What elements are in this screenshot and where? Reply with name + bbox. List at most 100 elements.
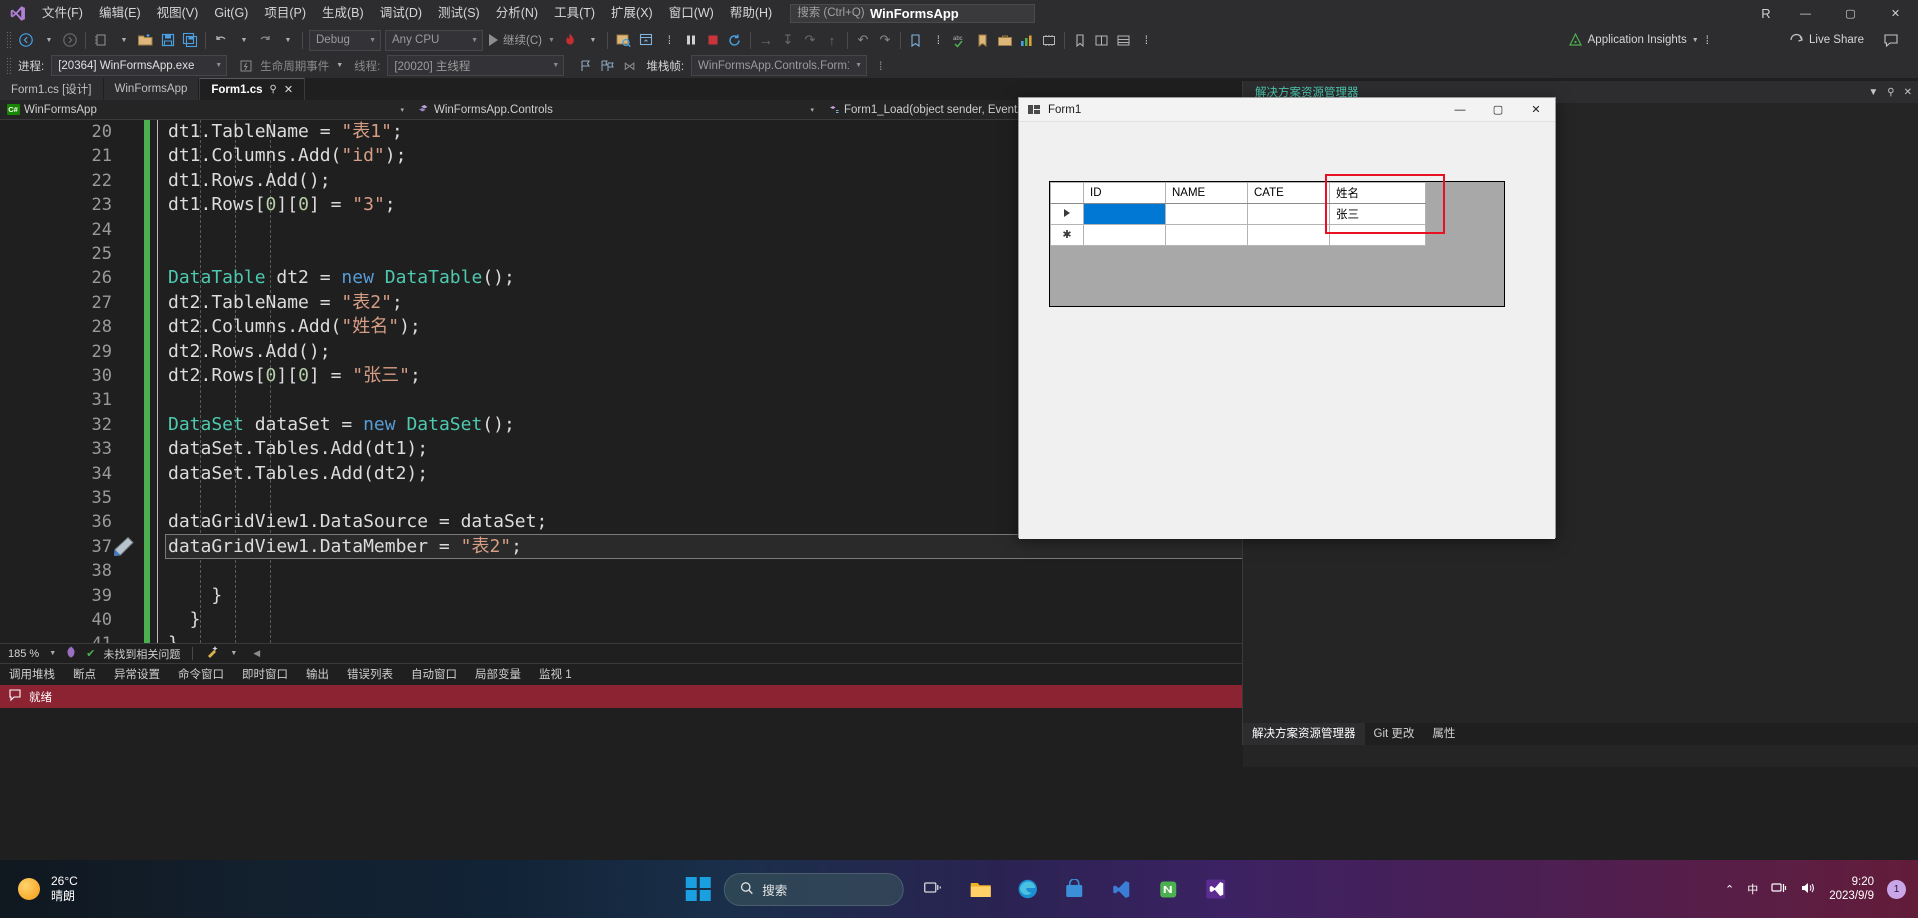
cell-xingming-row2[interactable] xyxy=(1329,224,1426,246)
menu-item-build[interactable]: 生成(B) xyxy=(314,0,372,27)
form1-close-button[interactable]: ✕ xyxy=(1517,98,1555,122)
procbar-grip[interactable] xyxy=(6,56,13,75)
window-minimize-button[interactable]: — xyxy=(1783,0,1828,27)
bottom-tab-output[interactable]: 输出 xyxy=(297,664,338,686)
table-row[interactable]: ✱ xyxy=(1050,224,1426,246)
menu-item-help[interactable]: 帮助(H) xyxy=(722,0,780,27)
flags-icon[interactable] xyxy=(596,55,618,77)
bottom-tab-autos[interactable]: 自动窗口 xyxy=(402,664,466,686)
grid-header-rowselector[interactable] xyxy=(1050,182,1084,204)
redo-nav-icon[interactable]: ↷ xyxy=(874,29,896,51)
thread-select[interactable]: [20020] 主线程 ▼ xyxy=(387,55,565,76)
bookmark-add-icon[interactable] xyxy=(972,29,994,51)
cell-id-row1[interactable] xyxy=(1083,203,1166,225)
tab-git-changes[interactable]: Git 更改 xyxy=(1365,723,1424,745)
open-file-icon[interactable] xyxy=(134,29,157,51)
datagridview1[interactable]: ID NAME CATE 姓名 张三 ✱ xyxy=(1049,181,1505,307)
redo-icon[interactable] xyxy=(254,29,276,51)
spellcheck-icon[interactable]: abc xyxy=(949,29,972,51)
navigate-backward-dropdown-icon[interactable]: ▼ xyxy=(37,29,59,51)
weather-widget[interactable]: 26°C 晴朗 xyxy=(0,874,78,904)
grid-header-cate[interactable]: CATE xyxy=(1247,182,1330,204)
toolbar-overflow2-icon[interactable]: ⁞ xyxy=(927,29,949,51)
menu-item-file[interactable]: 文件(F) xyxy=(34,0,91,27)
taskbar-search-input[interactable]: 搜索 xyxy=(723,872,904,906)
lifecycle-events-icon[interactable] xyxy=(235,55,257,77)
hot-reload-icon[interactable] xyxy=(559,29,581,51)
cell-xingming-row1[interactable]: 张三 xyxy=(1329,203,1426,225)
menu-item-view[interactable]: 视图(V) xyxy=(149,0,207,27)
feedback-icon[interactable] xyxy=(1880,29,1902,51)
tab-form1-cs[interactable]: Form1.cs ⚲ ✕ xyxy=(199,78,306,100)
step-over-icon[interactable]: ↧ xyxy=(777,29,799,51)
menu-item-analyze[interactable]: 分析(N) xyxy=(488,0,546,27)
new-project-icon[interactable] xyxy=(90,29,112,51)
clock[interactable]: 9:20 2023/9/9 xyxy=(1829,875,1874,903)
breadcrumb-project-select[interactable]: C# WinFormsApp ▾ xyxy=(0,100,410,120)
volume-icon[interactable] xyxy=(1800,881,1816,898)
code-cleanup-icon[interactable] xyxy=(205,645,220,662)
tab-properties[interactable]: 属性 xyxy=(1423,723,1464,745)
form1-window[interactable]: Form1 — ▢ ✕ ID NAME CATE 姓名 张三 ✱ xyxy=(1018,97,1556,539)
process-select[interactable]: [20364] WinFormsApp.exe ▼ xyxy=(51,55,228,76)
freeze-icon[interactable]: ⋈ xyxy=(618,55,640,77)
cell-cate-row2[interactable] xyxy=(1247,224,1330,246)
layout-window-icon[interactable] xyxy=(635,29,658,51)
new-project-dropdown-icon[interactable]: ▼ xyxy=(112,29,134,51)
toolbar-overflow-icon[interactable]: ⁞ xyxy=(658,29,680,51)
code-cleanup-dropdown-icon[interactable]: ▼ xyxy=(230,650,237,657)
grid-header-id[interactable]: ID xyxy=(1083,182,1166,204)
flag-icon[interactable] xyxy=(574,55,596,77)
menu-item-edit[interactable]: 编辑(E) xyxy=(91,0,149,27)
navigate-forward-icon[interactable] xyxy=(59,29,81,51)
form1-maximize-button[interactable]: ▢ xyxy=(1479,98,1517,122)
ime-indicator[interactable]: 中 xyxy=(1747,881,1758,897)
menu-item-extensions[interactable]: 扩展(X) xyxy=(603,0,661,27)
row-selector-new[interactable]: ✱ xyxy=(1050,224,1084,246)
table-row[interactable]: 张三 xyxy=(1050,203,1426,225)
undo-icon[interactable] xyxy=(210,29,232,51)
toolbar-overflow3-icon[interactable]: ⁞ xyxy=(1135,29,1157,51)
cell-name-row1[interactable] xyxy=(1165,203,1248,225)
procbar-overflow-icon[interactable]: ⁞ xyxy=(879,59,883,73)
bookmark-nav-icon[interactable] xyxy=(905,29,927,51)
solution-configuration-select[interactable]: Debug ▼ xyxy=(309,29,381,51)
bottom-tab-callstack[interactable]: 调用堆栈 xyxy=(0,664,64,686)
chevron-down-icon-2[interactable]: ▾ xyxy=(802,106,814,114)
menu-item-window[interactable]: 窗口(W) xyxy=(661,0,722,27)
cell-id-row2[interactable] xyxy=(1083,224,1166,246)
live-share-button[interactable]: Live Share xyxy=(1789,33,1864,47)
stack-frame-select[interactable]: WinFormsApp.Controls.Form1_Load▼ xyxy=(691,55,868,76)
zoom-level[interactable]: 185 % xyxy=(8,648,39,660)
breadcrumb-type-select[interactable]: WinFormsApp.Controls ▾ xyxy=(410,100,820,120)
file-explorer-icon[interactable] xyxy=(963,872,997,906)
continue-debug-button[interactable]: 继续(C) ▼ xyxy=(485,29,559,51)
bottom-tab-watch1[interactable]: 监视 1 xyxy=(530,664,581,686)
pin-pane-icon[interactable]: ⚲ xyxy=(1887,87,1894,98)
window-close-button[interactable]: ✕ xyxy=(1873,0,1918,27)
window-maximize-button[interactable]: ▢ xyxy=(1828,0,1873,27)
application-insights-button[interactable]: Application Insights ▼ ⁞ xyxy=(1568,33,1709,47)
nvidia-icon[interactable] xyxy=(1151,872,1185,906)
toolbar-grip[interactable] xyxy=(6,31,13,49)
row-selector-current[interactable] xyxy=(1050,203,1084,225)
save-icon[interactable] xyxy=(157,29,179,51)
undo-nav-icon[interactable]: ↶ xyxy=(852,29,874,51)
intellicode-icon[interactable] xyxy=(64,645,78,662)
tab-form1-designer[interactable]: Form1.cs [设计] xyxy=(0,78,104,100)
save-all-icon[interactable] xyxy=(179,29,201,51)
tab-solution-explorer[interactable]: 解决方案资源管理器 xyxy=(1243,723,1365,745)
vscode-icon[interactable] xyxy=(1104,872,1138,906)
pause-debug-icon[interactable] xyxy=(680,29,702,51)
restart-debug-icon[interactable] xyxy=(724,29,746,51)
window-split-icon[interactable] xyxy=(1091,29,1113,51)
chevron-down-icon[interactable]: ▾ xyxy=(392,106,404,114)
stop-debug-icon[interactable] xyxy=(702,29,724,51)
toolbox-icon[interactable] xyxy=(994,29,1016,51)
zoom-dropdown-icon[interactable]: ▼ xyxy=(49,650,56,657)
menu-item-tools[interactable]: 工具(T) xyxy=(546,0,603,27)
tray-expand-icon[interactable]: ⌃ xyxy=(1725,883,1734,896)
chart-icon[interactable] xyxy=(1016,29,1038,51)
undo-dropdown-icon[interactable]: ▼ xyxy=(232,29,254,51)
bottom-tab-exception-settings[interactable]: 异常设置 xyxy=(105,664,169,686)
